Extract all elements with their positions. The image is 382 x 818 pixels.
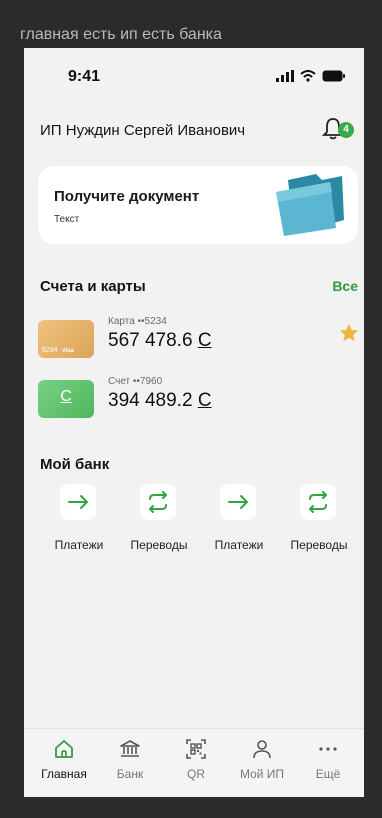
card-amount-value: 567 478.6	[108, 330, 198, 351]
account-amount: 394 489.2 С	[108, 390, 212, 412]
more-icon	[319, 747, 337, 751]
card-thumb-number: 5234	[42, 347, 58, 354]
tile-box	[60, 484, 96, 520]
promo-title: Получите документ	[54, 188, 200, 205]
notifications-badge: 4	[338, 122, 354, 138]
tab-label: Мой ИП	[239, 767, 285, 781]
tile-box	[140, 484, 176, 520]
card-amount: 567 478.6 С	[108, 330, 212, 352]
card-label: Карта ••5234	[108, 316, 167, 327]
frame-title: главная есть ип есть банка	[0, 0, 382, 48]
arrow-right-icon	[68, 495, 88, 509]
accounts-all-link[interactable]: Все	[332, 278, 358, 294]
qr-icon	[186, 739, 206, 759]
tile-label: Платежи	[54, 538, 104, 552]
promo-subtitle: Текст	[54, 214, 80, 225]
promo-card[interactable]: Получите документ Текст	[38, 166, 358, 244]
tile-box	[220, 484, 256, 520]
status-time: 9:41	[68, 68, 101, 85]
tab-label: QR	[187, 767, 205, 781]
account-label: Счет ••7960	[108, 376, 163, 387]
tile-payments-1[interactable]: Платежи	[38, 480, 120, 552]
bank-icon	[120, 740, 140, 757]
arrow-right-icon	[228, 495, 248, 509]
battery-icon	[322, 70, 345, 82]
status-bar: 9:41	[24, 48, 364, 100]
tile-payments-2[interactable]: Платежи	[198, 480, 280, 552]
exchange-icon	[149, 491, 167, 513]
accounts-title: Счета и карты	[40, 278, 146, 295]
signal-icon	[276, 70, 294, 82]
tab-label: Ещё	[315, 767, 341, 781]
mybank-tiles: Платежи Переводы Платежи Переводы	[24, 480, 364, 552]
tab-more[interactable]: Ещё	[300, 737, 356, 791]
user-icon	[253, 740, 271, 759]
tab-bank[interactable]: Банк	[102, 737, 158, 791]
favorite-star-icon[interactable]	[338, 322, 360, 344]
tab-home[interactable]: Главная	[36, 737, 92, 791]
card-currency: С	[197, 330, 212, 351]
tab-my-ip[interactable]: Мой ИП	[234, 737, 290, 791]
user-name[interactable]: ИП Нуждин Сергей Иванович	[40, 122, 245, 139]
tile-label: Платежи	[214, 538, 264, 552]
tile-box	[300, 484, 336, 520]
exchange-icon	[309, 491, 327, 513]
card-thumb-brand: visa	[62, 348, 74, 354]
tab-qr[interactable]: QR	[168, 737, 224, 791]
tile-transfers-1[interactable]: Переводы	[118, 480, 200, 552]
status-icons	[276, 70, 346, 82]
account-thumbnail: С	[38, 380, 94, 418]
user-header: ИП Нуждин Сергей Иванович 4	[40, 118, 354, 152]
account-amount-value: 394 489.2	[108, 390, 198, 411]
mybank-title: Мой банк	[40, 456, 110, 473]
card-thumbnail: 5234 visa	[38, 320, 94, 358]
card-row[interactable]: 5234 visa Карта ••5234 567 478.6 С	[38, 316, 360, 366]
tile-label: Переводы	[290, 538, 348, 552]
tile-label: Переводы	[130, 538, 188, 552]
account-currency: С	[197, 390, 212, 411]
phone-screen: 9:41 ИП Нуждин Сергей Иванович 4 Получит…	[24, 48, 364, 797]
tab-bar: Главная Банк QR Мой ИП Ещё	[24, 728, 364, 797]
wifi-icon	[300, 70, 316, 82]
account-thumb-currency: С	[60, 388, 72, 405]
tile-transfers-2[interactable]: Переводы	[278, 480, 360, 552]
tab-label: Главная	[41, 767, 87, 781]
tab-label: Банк	[116, 767, 144, 781]
folder-icon	[276, 174, 344, 236]
home-icon	[55, 740, 73, 758]
notifications-button[interactable]: 4	[321, 116, 354, 142]
account-row[interactable]: С Счет ••7960 394 489.2 С	[38, 376, 358, 426]
